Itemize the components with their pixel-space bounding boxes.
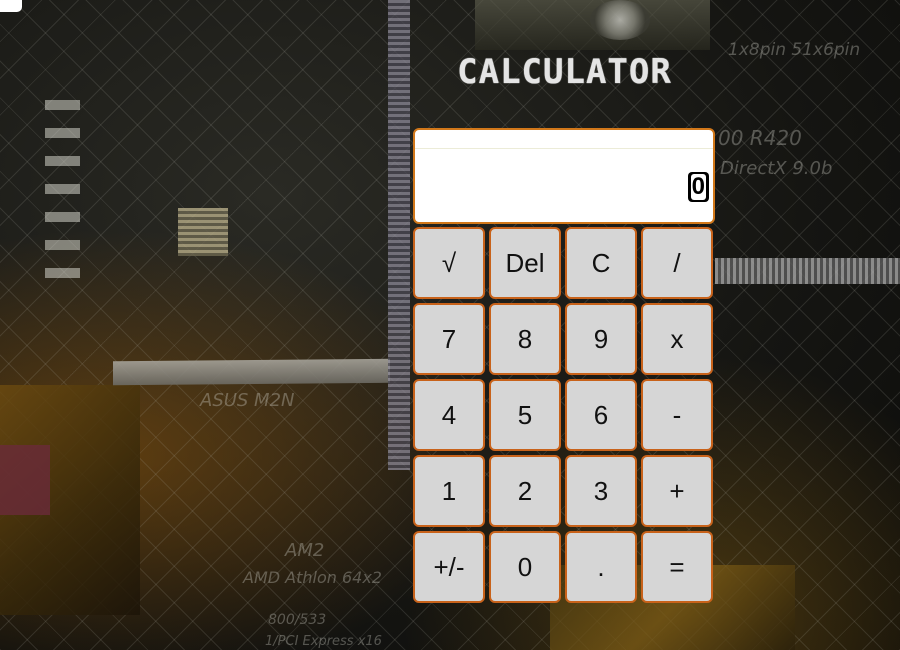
decimal-button[interactable]: .: [565, 531, 637, 603]
heatsink-image: [178, 208, 228, 256]
delete-button[interactable]: Del: [489, 227, 561, 299]
digit-0-button[interactable]: 0: [489, 531, 561, 603]
motherboard-slots-image: [45, 100, 80, 290]
chalk-text-cpu: AMD Athlon 64x2: [243, 568, 382, 587]
keypad: √ Del C/ 7 8 9 x 4 5 6- 1 2 3 + +/- 0. =: [413, 227, 716, 603]
digit-7-button[interactable]: 7: [413, 303, 485, 375]
add-button[interactable]: +: [641, 455, 713, 527]
divide-button[interactable]: /: [641, 227, 713, 299]
display-value-frame: 0: [687, 172, 709, 202]
display-divider: [415, 148, 713, 149]
chalk-text-fsb: 800/533: [268, 612, 327, 628]
calculator: 0 √ Del C/7 8 9 x 4 5 6-1 2 3 + +/- 0. =: [413, 128, 716, 603]
digit-8-button[interactable]: 8: [489, 303, 561, 375]
chalk-text-directx: DirectX 9.0b: [720, 158, 833, 179]
clear-button[interactable]: C: [565, 227, 637, 299]
digit-5-button[interactable]: 5: [489, 379, 561, 451]
chalk-text-pins: 1x8pin 51x6pin: [728, 40, 861, 60]
cpu-chip-image: [0, 445, 50, 515]
gpu-card-image: [475, 0, 710, 50]
flex-cable-vertical-image: [388, 0, 410, 470]
chalk-text-board: ASUS M2N: [200, 390, 295, 411]
negate-button[interactable]: +/-: [413, 531, 485, 603]
calculator-title: CALCULATOR: [457, 52, 672, 92]
digit-2-button[interactable]: 2: [489, 455, 561, 527]
subtract-button[interactable]: -: [641, 379, 713, 451]
digit-4-button[interactable]: 4: [413, 379, 485, 451]
digit-9-button[interactable]: 9: [565, 303, 637, 375]
metal-bracket-image: [113, 358, 390, 386]
flex-cable-horizontal-image: [715, 258, 900, 284]
corner-tab: [0, 0, 22, 12]
digit-3-button[interactable]: 3: [565, 455, 637, 527]
chalk-text-pci: 1/PCI Express x16: [265, 634, 382, 649]
chalk-text-socket: AM2: [285, 540, 325, 561]
multiply-button[interactable]: x: [641, 303, 713, 375]
display-value: 0: [690, 173, 706, 200]
gpu-fan-image: [590, 0, 650, 40]
chalk-text-gpu: 00 R420: [718, 126, 802, 150]
equals-button[interactable]: =: [641, 531, 713, 603]
calculator-display: 0: [413, 128, 715, 224]
digit-6-button[interactable]: 6: [565, 379, 637, 451]
sqrt-button[interactable]: √: [413, 227, 485, 299]
cpu-board-image: [0, 385, 140, 615]
digit-1-button[interactable]: 1: [413, 455, 485, 527]
